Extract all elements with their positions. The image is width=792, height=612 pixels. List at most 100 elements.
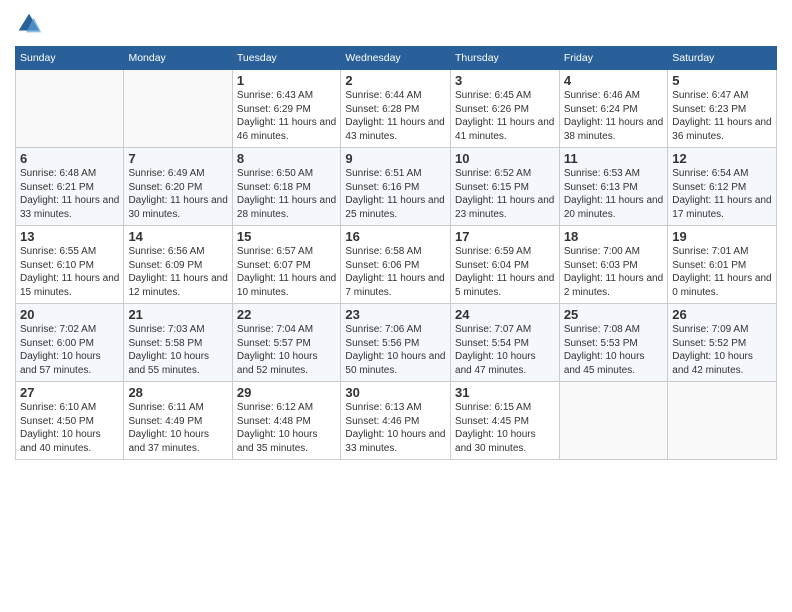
calendar-body: 1Sunrise: 6:43 AM Sunset: 6:29 PM Daylig… [16,70,777,460]
day-number: 16 [345,229,446,244]
calendar-cell: 27Sunrise: 6:10 AM Sunset: 4:50 PM Dayli… [16,382,124,460]
calendar-cell: 8Sunrise: 6:50 AM Sunset: 6:18 PM Daylig… [232,148,341,226]
day-info: Sunrise: 6:58 AM Sunset: 6:06 PM Dayligh… [345,245,446,299]
day-info: Sunrise: 7:07 AM Sunset: 5:54 PM Dayligh… [455,323,555,377]
day-number: 10 [455,151,555,166]
week-row-5: 27Sunrise: 6:10 AM Sunset: 4:50 PM Dayli… [16,382,777,460]
weekday-header-saturday: Saturday [668,47,777,70]
weekday-header-wednesday: Wednesday [341,47,451,70]
day-number: 27 [20,385,119,400]
calendar-cell: 17Sunrise: 6:59 AM Sunset: 6:04 PM Dayli… [451,226,560,304]
calendar-cell: 21Sunrise: 7:03 AM Sunset: 5:58 PM Dayli… [124,304,232,382]
weekday-header-friday: Friday [559,47,667,70]
day-info: Sunrise: 6:53 AM Sunset: 6:13 PM Dayligh… [564,167,663,221]
day-info: Sunrise: 7:06 AM Sunset: 5:56 PM Dayligh… [345,323,446,377]
day-number: 11 [564,151,663,166]
week-row-1: 1Sunrise: 6:43 AM Sunset: 6:29 PM Daylig… [16,70,777,148]
day-number: 23 [345,307,446,322]
day-number: 31 [455,385,555,400]
logo-icon [15,10,43,38]
calendar-cell: 10Sunrise: 6:52 AM Sunset: 6:15 PM Dayli… [451,148,560,226]
calendar-cell: 31Sunrise: 6:15 AM Sunset: 4:45 PM Dayli… [451,382,560,460]
day-number: 6 [20,151,119,166]
calendar-cell: 16Sunrise: 6:58 AM Sunset: 6:06 PM Dayli… [341,226,451,304]
header [15,10,777,38]
day-number: 25 [564,307,663,322]
day-info: Sunrise: 6:10 AM Sunset: 4:50 PM Dayligh… [20,401,119,455]
calendar-cell: 5Sunrise: 6:47 AM Sunset: 6:23 PM Daylig… [668,70,777,148]
day-number: 18 [564,229,663,244]
calendar-cell: 4Sunrise: 6:46 AM Sunset: 6:24 PM Daylig… [559,70,667,148]
day-info: Sunrise: 6:11 AM Sunset: 4:49 PM Dayligh… [128,401,227,455]
calendar-cell: 23Sunrise: 7:06 AM Sunset: 5:56 PM Dayli… [341,304,451,382]
calendar-cell [668,382,777,460]
day-info: Sunrise: 7:00 AM Sunset: 6:03 PM Dayligh… [564,245,663,299]
day-number: 4 [564,73,663,88]
page: SundayMondayTuesdayWednesdayThursdayFrid… [0,0,792,612]
day-number: 14 [128,229,227,244]
day-number: 12 [672,151,772,166]
day-info: Sunrise: 6:12 AM Sunset: 4:48 PM Dayligh… [237,401,337,455]
calendar-header: SundayMondayTuesdayWednesdayThursdayFrid… [16,47,777,70]
day-number: 2 [345,73,446,88]
day-number: 26 [672,307,772,322]
day-info: Sunrise: 6:49 AM Sunset: 6:20 PM Dayligh… [128,167,227,221]
day-info: Sunrise: 6:54 AM Sunset: 6:12 PM Dayligh… [672,167,772,221]
weekday-header-monday: Monday [124,47,232,70]
calendar-cell: 12Sunrise: 6:54 AM Sunset: 6:12 PM Dayli… [668,148,777,226]
day-number: 29 [237,385,337,400]
calendar-cell: 26Sunrise: 7:09 AM Sunset: 5:52 PM Dayli… [668,304,777,382]
calendar-cell [16,70,124,148]
day-number: 15 [237,229,337,244]
calendar-cell: 20Sunrise: 7:02 AM Sunset: 6:00 PM Dayli… [16,304,124,382]
day-info: Sunrise: 6:48 AM Sunset: 6:21 PM Dayligh… [20,167,119,221]
day-number: 1 [237,73,337,88]
day-info: Sunrise: 6:46 AM Sunset: 6:24 PM Dayligh… [564,89,663,143]
day-info: Sunrise: 6:55 AM Sunset: 6:10 PM Dayligh… [20,245,119,299]
day-number: 13 [20,229,119,244]
calendar-cell: 2Sunrise: 6:44 AM Sunset: 6:28 PM Daylig… [341,70,451,148]
calendar-cell: 6Sunrise: 6:48 AM Sunset: 6:21 PM Daylig… [16,148,124,226]
calendar-cell: 22Sunrise: 7:04 AM Sunset: 5:57 PM Dayli… [232,304,341,382]
calendar-cell: 14Sunrise: 6:56 AM Sunset: 6:09 PM Dayli… [124,226,232,304]
day-info: Sunrise: 6:51 AM Sunset: 6:16 PM Dayligh… [345,167,446,221]
day-number: 19 [672,229,772,244]
calendar-cell: 7Sunrise: 6:49 AM Sunset: 6:20 PM Daylig… [124,148,232,226]
day-info: Sunrise: 7:02 AM Sunset: 6:00 PM Dayligh… [20,323,119,377]
day-info: Sunrise: 7:03 AM Sunset: 5:58 PM Dayligh… [128,323,227,377]
day-info: Sunrise: 6:44 AM Sunset: 6:28 PM Dayligh… [345,89,446,143]
calendar-cell: 30Sunrise: 6:13 AM Sunset: 4:46 PM Dayli… [341,382,451,460]
day-number: 3 [455,73,555,88]
day-info: Sunrise: 6:15 AM Sunset: 4:45 PM Dayligh… [455,401,555,455]
day-info: Sunrise: 6:50 AM Sunset: 6:18 PM Dayligh… [237,167,337,221]
day-number: 9 [345,151,446,166]
calendar-cell: 18Sunrise: 7:00 AM Sunset: 6:03 PM Dayli… [559,226,667,304]
day-info: Sunrise: 6:56 AM Sunset: 6:09 PM Dayligh… [128,245,227,299]
day-info: Sunrise: 6:43 AM Sunset: 6:29 PM Dayligh… [237,89,337,143]
calendar-cell: 9Sunrise: 6:51 AM Sunset: 6:16 PM Daylig… [341,148,451,226]
calendar-cell: 19Sunrise: 7:01 AM Sunset: 6:01 PM Dayli… [668,226,777,304]
day-number: 28 [128,385,227,400]
calendar-cell [559,382,667,460]
day-info: Sunrise: 6:57 AM Sunset: 6:07 PM Dayligh… [237,245,337,299]
calendar-cell: 28Sunrise: 6:11 AM Sunset: 4:49 PM Dayli… [124,382,232,460]
day-info: Sunrise: 6:52 AM Sunset: 6:15 PM Dayligh… [455,167,555,221]
day-number: 8 [237,151,337,166]
calendar-cell [124,70,232,148]
day-info: Sunrise: 7:01 AM Sunset: 6:01 PM Dayligh… [672,245,772,299]
day-number: 17 [455,229,555,244]
day-number: 21 [128,307,227,322]
calendar-cell: 15Sunrise: 6:57 AM Sunset: 6:07 PM Dayli… [232,226,341,304]
calendar-cell: 3Sunrise: 6:45 AM Sunset: 6:26 PM Daylig… [451,70,560,148]
day-number: 7 [128,151,227,166]
logo [15,10,47,38]
day-number: 5 [672,73,772,88]
week-row-4: 20Sunrise: 7:02 AM Sunset: 6:00 PM Dayli… [16,304,777,382]
day-number: 22 [237,307,337,322]
calendar-cell: 1Sunrise: 6:43 AM Sunset: 6:29 PM Daylig… [232,70,341,148]
calendar-cell: 11Sunrise: 6:53 AM Sunset: 6:13 PM Dayli… [559,148,667,226]
weekday-header-tuesday: Tuesday [232,47,341,70]
day-number: 24 [455,307,555,322]
day-info: Sunrise: 6:13 AM Sunset: 4:46 PM Dayligh… [345,401,446,455]
weekday-header-row: SundayMondayTuesdayWednesdayThursdayFrid… [16,47,777,70]
